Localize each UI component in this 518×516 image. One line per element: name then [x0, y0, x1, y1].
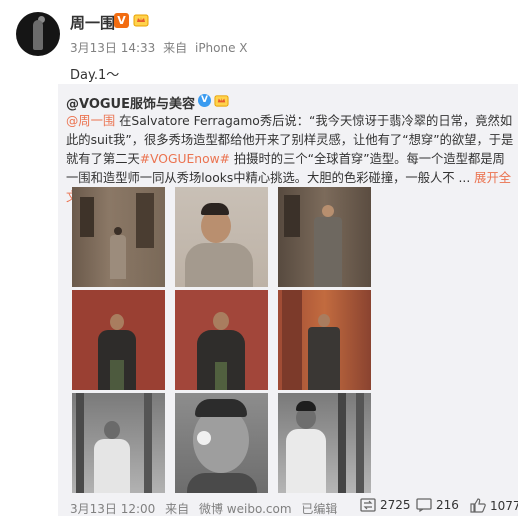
photo-thumbnail[interactable] [72, 393, 165, 493]
comment-icon [416, 498, 432, 512]
username[interactable]: 周一围 [70, 12, 115, 33]
hashtag-link[interactable]: #VOGUEnow# [140, 152, 230, 166]
photo-thumbnail[interactable] [72, 187, 165, 287]
mention-link[interactable]: @周一围 [66, 114, 115, 128]
photo-thumbnail[interactable] [278, 187, 371, 287]
repost-author[interactable]: @VOGUE服饰与美容 [66, 93, 195, 112]
crown-icon [133, 14, 149, 27]
post-date[interactable]: 3月13日 14:33 [70, 41, 155, 55]
post-text: Day.1～ [70, 68, 120, 83]
post-source[interactable]: iPhone X [195, 41, 248, 55]
from-label: 来自 [163, 41, 188, 55]
photo-thumbnail[interactable] [278, 290, 371, 390]
photo-thumbnail[interactable] [278, 393, 371, 493]
repost-source[interactable]: 微博 weibo.com [199, 502, 292, 516]
photo-thumbnail[interactable] [72, 290, 165, 390]
repost-icon [360, 498, 376, 512]
edited-label[interactable]: 已编辑 [301, 502, 337, 516]
photo-thumbnail[interactable] [175, 290, 268, 390]
repost-button[interactable]: 2725 [360, 498, 411, 512]
repost-card: @VOGUE服饰与美容 V @周一围 在Salvatore Ferragamo秀… [58, 84, 518, 516]
repost-count: 2725 [380, 498, 411, 512]
comment-button[interactable]: 216 [416, 498, 459, 512]
photo-thumbnail[interactable] [175, 187, 268, 287]
like-count: 1077 [490, 498, 518, 513]
like-icon [470, 498, 486, 513]
v-badge-icon: V [114, 13, 129, 28]
from-label: 来自 [165, 502, 190, 516]
repost-meta: 3月13日 12:00 来自 微博 weibo.com 已编辑 [70, 500, 343, 516]
like-button[interactable]: 1077 [470, 498, 518, 513]
photo-thumbnail[interactable] [175, 393, 268, 493]
repost-date[interactable]: 3月13日 12:00 [70, 502, 155, 516]
post-meta: 3月13日 14:33 来自 iPhone X [70, 39, 252, 56]
verified-blue-icon: V [198, 94, 211, 107]
comment-count: 216 [436, 498, 459, 512]
avatar[interactable] [16, 12, 60, 56]
crown-icon [214, 95, 229, 107]
